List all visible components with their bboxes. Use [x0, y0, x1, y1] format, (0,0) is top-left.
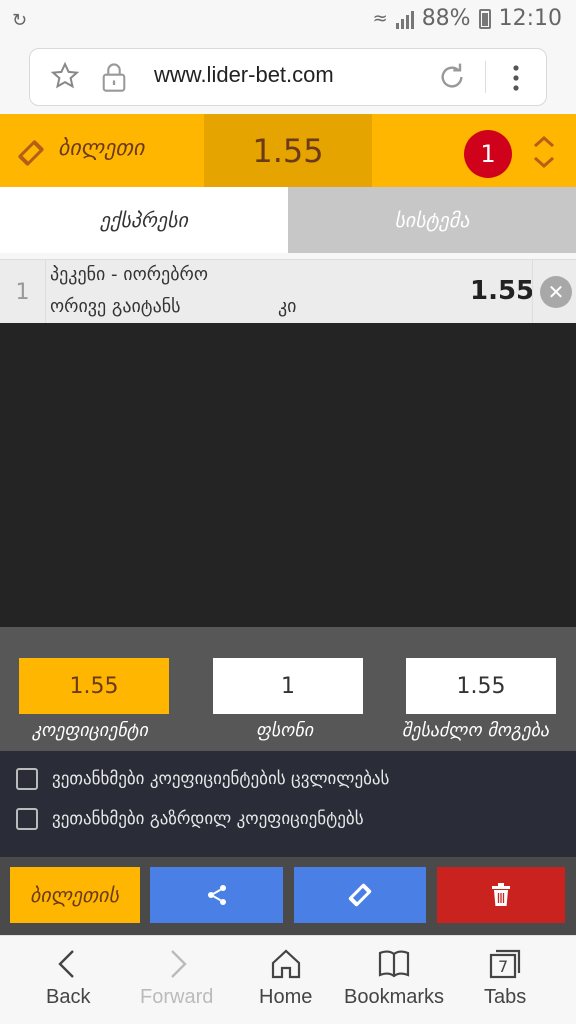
bet-index: 1	[0, 260, 46, 324]
save-ticket-button[interactable]: ბილეთის	[10, 867, 140, 923]
nav-back[interactable]: Back	[46, 946, 90, 1009]
stake-input[interactable]: 1	[213, 658, 363, 714]
status-right: ≈ 88% 12:10	[373, 6, 562, 31]
tabs-icon: 7	[487, 946, 523, 982]
bet-match: პეკენი - იორებრო	[50, 264, 208, 285]
bet-pick: კი	[278, 296, 297, 317]
nav-home[interactable]: Home	[259, 946, 312, 1009]
tabs-count: 7	[498, 957, 509, 976]
nav-forward[interactable]: Forward	[140, 946, 213, 1009]
ticket-header[interactable]: ბილეთი 1.55 1	[0, 114, 576, 187]
reload-icon[interactable]	[436, 61, 468, 93]
agree-odds-change[interactable]: ვეთანხმები კოეფიციენტების ცვლილებას	[16, 768, 389, 790]
star-icon[interactable]	[50, 61, 80, 91]
ticket-title: ბილეთი	[58, 136, 145, 161]
delete-ticket-button[interactable]	[437, 867, 565, 923]
bet-market: ორივე გაიტანს	[50, 296, 181, 317]
bet-row: 1 პეკენი - იორებრო ორივე გაიტანს კი 1.55…	[0, 259, 576, 324]
lock-icon	[102, 63, 126, 92]
remove-bet-button[interactable]: ✕	[540, 276, 572, 308]
browser-bottom-nav: Back Forward Home Bookmarks 7 Tabs	[0, 935, 576, 1024]
trash-icon	[492, 883, 510, 906]
tab-system[interactable]: სისტემა	[288, 187, 576, 253]
potential-win-label: შესაძლო მოგება	[402, 720, 550, 741]
ticket-icon	[18, 140, 44, 166]
bookmarks-icon	[378, 950, 410, 978]
stake-label: ფსონი	[256, 720, 314, 741]
agree-increased-odds-checkbox[interactable]	[16, 808, 38, 830]
nav-back-label: Back	[46, 986, 91, 1008]
bet-divider	[532, 260, 533, 324]
coefficient-label: კოეფიციენტი	[32, 720, 148, 741]
status-bar: ↻ ≈ 88% 12:10	[0, 0, 576, 40]
address-separator	[485, 61, 486, 93]
ticket-button[interactable]	[294, 867, 426, 923]
save-ticket-label: ბილეთის	[30, 883, 119, 907]
agree-increased-odds[interactable]: ვეთანხმები გაზრდილ კოეფიციენტებს	[16, 808, 364, 830]
more-menu-icon[interactable]	[506, 63, 526, 93]
battery-icon	[478, 8, 491, 29]
bet-count-badge: 1	[464, 130, 512, 178]
nav-tabs-label: Tabs	[484, 986, 527, 1008]
signal-icon	[395, 9, 414, 29]
agree-odds-change-checkbox[interactable]	[16, 768, 38, 790]
nav-home-label: Home	[259, 986, 313, 1008]
address-bar[interactable]: www.lider-bet.com	[29, 48, 547, 106]
expand-collapse-icon[interactable]	[530, 132, 558, 172]
share-button[interactable]	[150, 867, 283, 923]
nav-tabs[interactable]: 7 Tabs	[484, 946, 526, 1009]
forward-icon	[170, 950, 187, 978]
back-icon	[58, 950, 75, 978]
battery-percent: 88%	[421, 6, 471, 31]
home-icon	[271, 949, 300, 979]
nav-bookmarks-label: Bookmarks	[344, 986, 445, 1008]
url-text[interactable]: www.lider-bet.com	[154, 62, 334, 88]
wifi-icon: ≈	[372, 8, 388, 29]
share-icon	[207, 885, 226, 905]
agree-odds-change-label: ვეთანხმები კოეფიციენტების ცვლილებას	[52, 769, 390, 789]
total-coefficient: 1.55	[204, 114, 372, 187]
close-icon: ✕	[547, 280, 565, 304]
bet-odd: 1.55	[470, 276, 535, 306]
nav-forward-label: Forward	[140, 986, 214, 1008]
bet-type-tabs: ექსპრესი სისტემა	[0, 187, 576, 253]
ticket-icon	[348, 883, 372, 907]
tab-express[interactable]: ექსპრესი	[0, 187, 288, 253]
ticket-summary: 1.55 1 1.55 კოეფიციენტი ფსონი შესაძლო მო…	[0, 627, 576, 751]
bets-empty-area	[0, 323, 576, 627]
action-bar: ბილეთის	[0, 857, 576, 935]
sync-icon: ↻	[12, 10, 28, 31]
agreement-panel: ვეთანხმები კოეფიციენტების ცვლილებას ვეთა…	[0, 751, 576, 857]
coefficient-value: 1.55	[19, 658, 169, 714]
agree-increased-odds-label: ვეთანხმები გაზრდილ კოეფიციენტებს	[52, 809, 364, 829]
potential-win-value: 1.55	[406, 658, 556, 714]
nav-bookmarks[interactable]: Bookmarks	[344, 946, 444, 1009]
clock: 12:10	[498, 6, 562, 31]
